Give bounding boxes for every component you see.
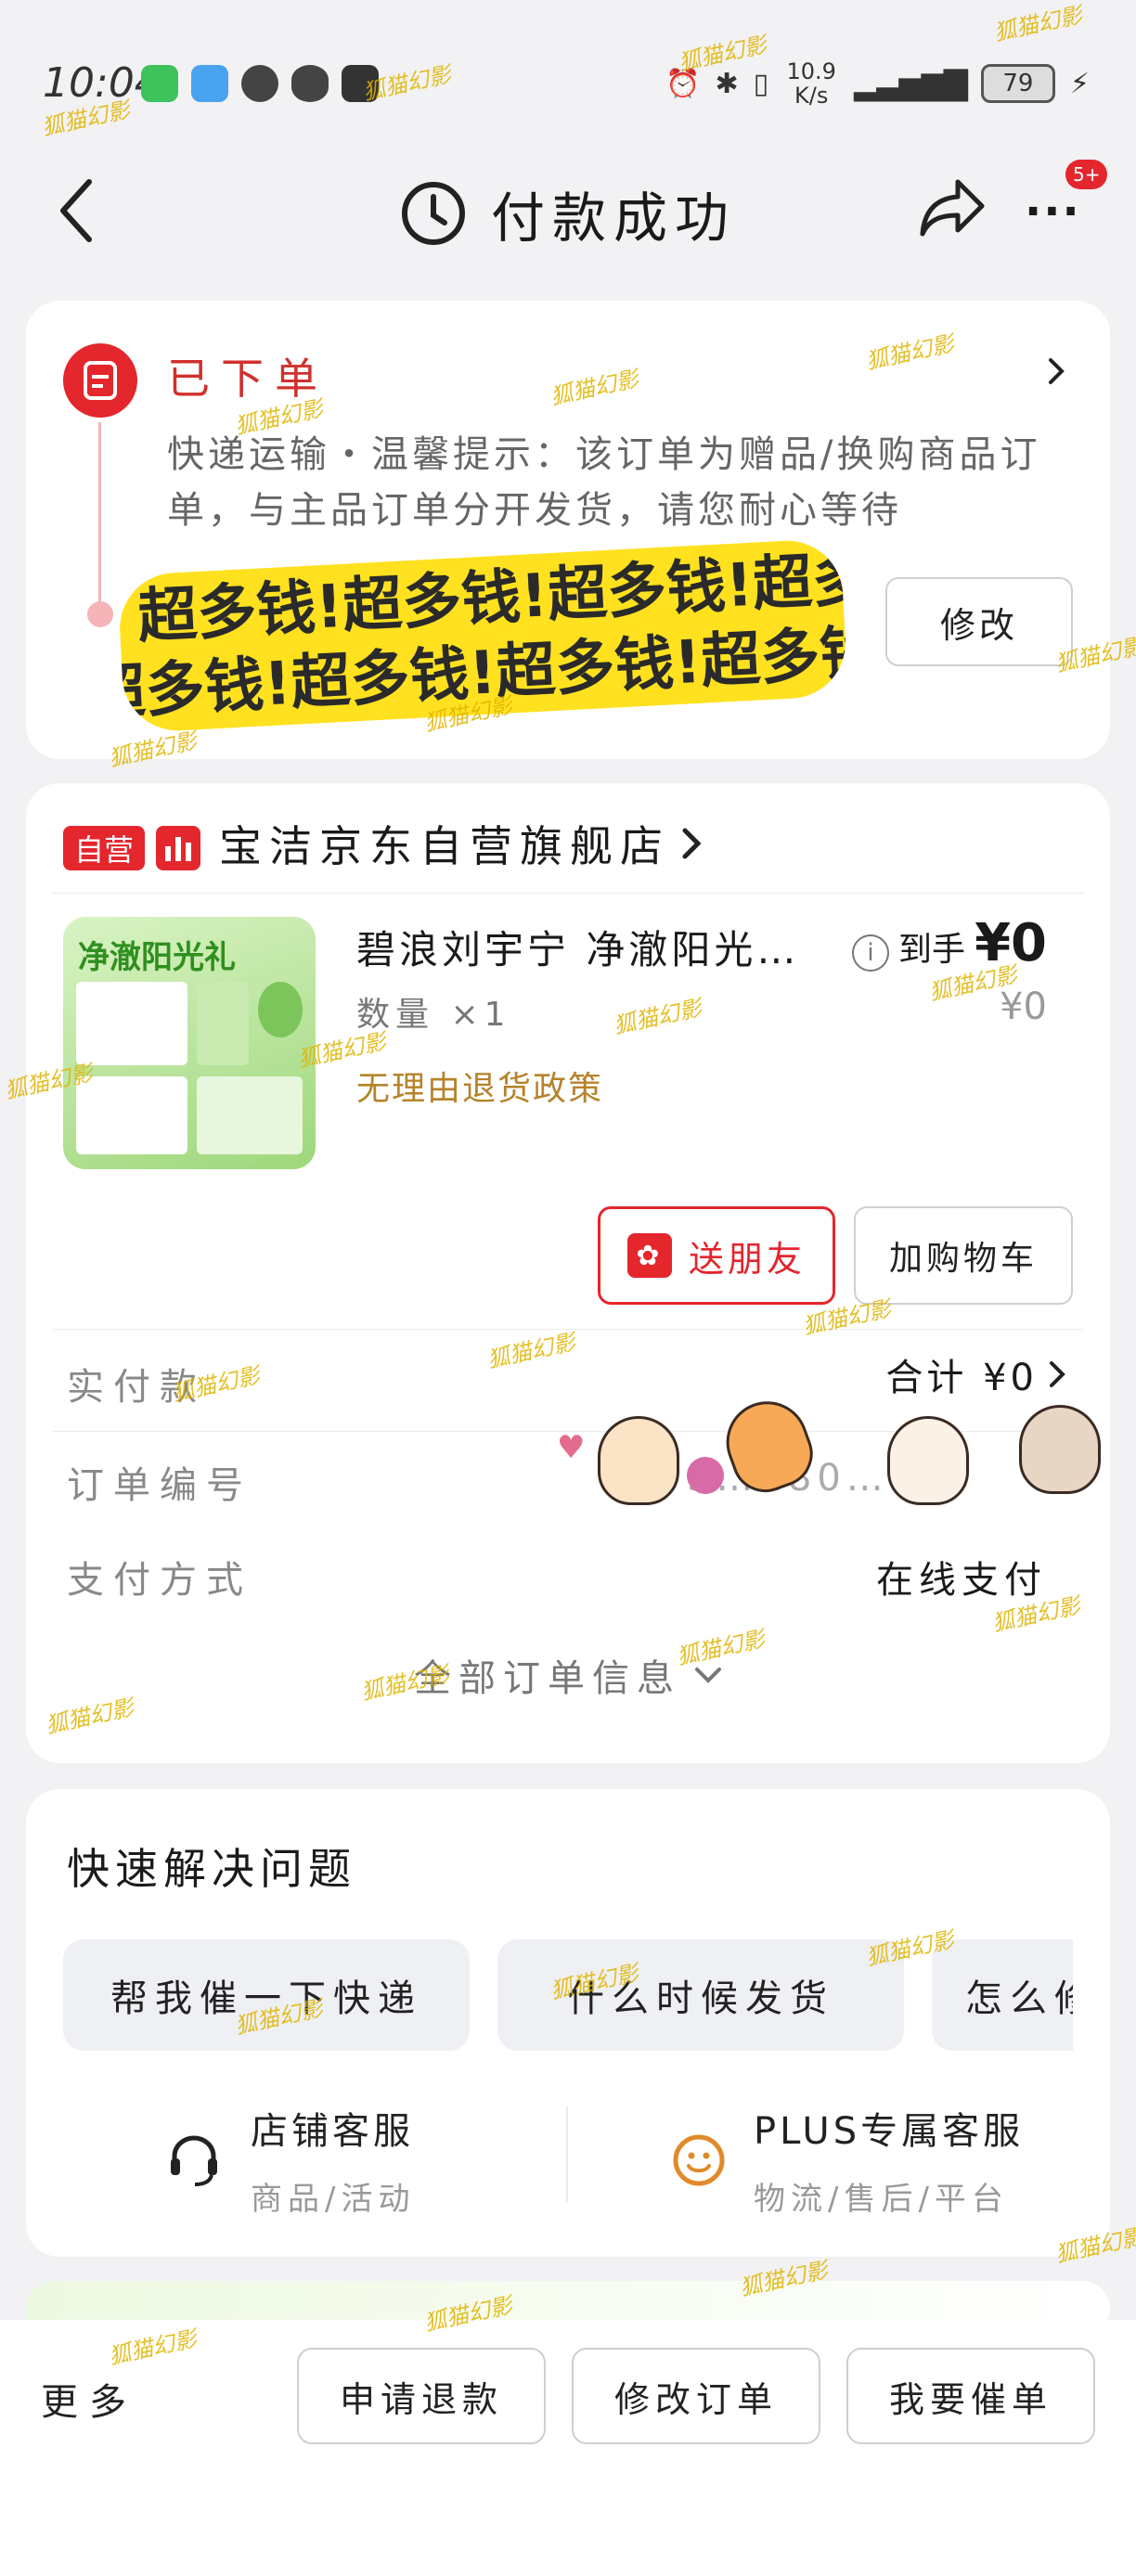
shop-name: 宝洁京东自营旗舰店 bbox=[219, 821, 670, 871]
product-image-block bbox=[76, 982, 187, 1065]
quick-solve-title: 快速解决问题 bbox=[67, 1844, 356, 1894]
all-order-info-toggle[interactable]: 全部订单信息 bbox=[0, 1648, 1136, 1702]
quick-question-pill[interactable]: 怎么修 bbox=[932, 1939, 1073, 2051]
cat-sticker-item bbox=[598, 1416, 679, 1505]
urge-order-button[interactable]: 我要催单 bbox=[846, 2348, 1095, 2444]
notification-badge: 5+ bbox=[1065, 160, 1108, 189]
app-icon bbox=[241, 65, 278, 102]
product-image-title: 净澈阳光礼 bbox=[78, 939, 236, 976]
timeline-dot bbox=[87, 601, 113, 627]
order-status-description: 快递运输・温馨提示：该订单为赠品/换购商品订单，与主品订单分开发货，请您耐心等待 bbox=[167, 433, 1041, 532]
battery-icon: 79 bbox=[980, 64, 1055, 103]
plus-service-button[interactable]: PLUS专属客服 物流/售后/平台 bbox=[672, 2101, 1024, 2219]
shop-service-text: 店铺客服 商品/活动 bbox=[251, 2101, 415, 2219]
smile-face-icon bbox=[673, 2134, 725, 2185]
cat-sticker-item bbox=[1019, 1405, 1101, 1494]
document-icon bbox=[84, 361, 117, 400]
send-gift-label: 送朋友 bbox=[688, 1238, 806, 1280]
shop-service-button[interactable]: 店铺客服 商品/活动 bbox=[165, 2101, 415, 2219]
plus-service-sub: 物流/售后/平台 bbox=[754, 2181, 1009, 2218]
info-icon[interactable]: i bbox=[852, 934, 890, 972]
share-button[interactable] bbox=[917, 174, 988, 243]
final-price-label: 到手 bbox=[898, 931, 966, 969]
product-image-block bbox=[197, 982, 249, 1065]
plus-service-name: PLUS专属客服 bbox=[754, 2110, 1025, 2153]
shop-service-sub: 商品/活动 bbox=[251, 2181, 416, 2218]
chevron-right-icon bbox=[682, 828, 702, 859]
status-right: ⏰ ✱ ▯ 10.9 K/s ▂▃▅▆▇ 79 ⚡ bbox=[665, 59, 1090, 108]
battery-level: 79 bbox=[1002, 70, 1034, 97]
send-gift-button[interactable]: ✿ 送朋友 bbox=[598, 1206, 835, 1305]
divider bbox=[52, 893, 1084, 894]
original-price: ¥0 bbox=[1000, 985, 1047, 1028]
all-order-info-label: 全部订单信息 bbox=[414, 1657, 681, 1700]
watermark: 狐猫幻影 bbox=[360, 61, 454, 106]
final-price: i 到手 ¥0 bbox=[852, 913, 1047, 973]
apply-refund-button[interactable]: 申请退款 bbox=[297, 2348, 546, 2444]
shop-logo-icon bbox=[156, 826, 200, 870]
more-actions-button[interactable]: 更多 bbox=[41, 2372, 137, 2426]
cat-sticker: ♥ bbox=[557, 1389, 1114, 1522]
status-detail-link[interactable] bbox=[1047, 356, 1065, 390]
plus-service-text: PLUS专属客服 物流/售后/平台 bbox=[754, 2101, 1024, 2219]
order-number-label: 订单编号 bbox=[67, 1464, 252, 1507]
self-operated-tag: 自营 bbox=[63, 826, 145, 870]
charging-icon: ⚡ bbox=[1069, 67, 1090, 100]
cat-sticker-item bbox=[715, 1389, 822, 1502]
product-image[interactable]: 净澈阳光礼 bbox=[63, 917, 316, 1169]
more-menu-button[interactable]: ··· bbox=[1025, 186, 1081, 238]
order-status-icon bbox=[63, 343, 137, 418]
more-dots-icon: ··· bbox=[1025, 186, 1081, 238]
service-divider bbox=[566, 2106, 568, 2203]
shop-link[interactable]: 宝洁京东自营旗舰店 bbox=[219, 813, 702, 874]
modify-order-button[interactable]: 修改订单 bbox=[572, 2348, 820, 2444]
bluetooth-icon: ✱ bbox=[715, 67, 739, 100]
payment-method-label: 支付方式 bbox=[67, 1559, 252, 1602]
chevron-right-icon bbox=[1049, 358, 1065, 384]
product-name[interactable]: 碧浪刘宇宁 净澈阳光… bbox=[356, 919, 799, 975]
wechat-icon bbox=[141, 65, 178, 102]
yarn-ball-icon bbox=[687, 1457, 724, 1494]
cat-sticker-item bbox=[887, 1416, 969, 1505]
vibrate-icon: ▯ bbox=[753, 67, 769, 100]
gift-icon: ✿ bbox=[626, 1233, 672, 1278]
share-icon bbox=[920, 179, 985, 237]
signal-icon: ▂▃▅▆▇ bbox=[854, 65, 968, 102]
product-image-block bbox=[197, 1076, 303, 1154]
modify-address-button[interactable]: 修改 bbox=[885, 577, 1073, 666]
product-image-block bbox=[258, 982, 303, 1037]
page-title: 付款成功 bbox=[490, 187, 736, 250]
eye-icon bbox=[291, 65, 329, 102]
product-image-block bbox=[76, 1076, 187, 1154]
chevron-right-icon bbox=[1050, 1361, 1065, 1387]
heart-icon: ♥ bbox=[557, 1429, 586, 1466]
message-icon bbox=[191, 65, 228, 102]
clock-icon bbox=[401, 182, 465, 245]
shop-service-name: 店铺客服 bbox=[251, 2110, 414, 2153]
chevron-down-icon bbox=[695, 1668, 721, 1683]
return-policy[interactable]: 无理由退货政策 bbox=[356, 1062, 603, 1110]
payment-method-value: 在线支付 bbox=[876, 1559, 1047, 1602]
headset-icon bbox=[171, 2134, 217, 2186]
watermark: 狐猫幻影 bbox=[991, 2, 1085, 46]
timeline-line bbox=[98, 422, 101, 608]
status-notification-icons bbox=[141, 65, 379, 102]
net-speed: 10.9 K/s bbox=[786, 58, 836, 109]
